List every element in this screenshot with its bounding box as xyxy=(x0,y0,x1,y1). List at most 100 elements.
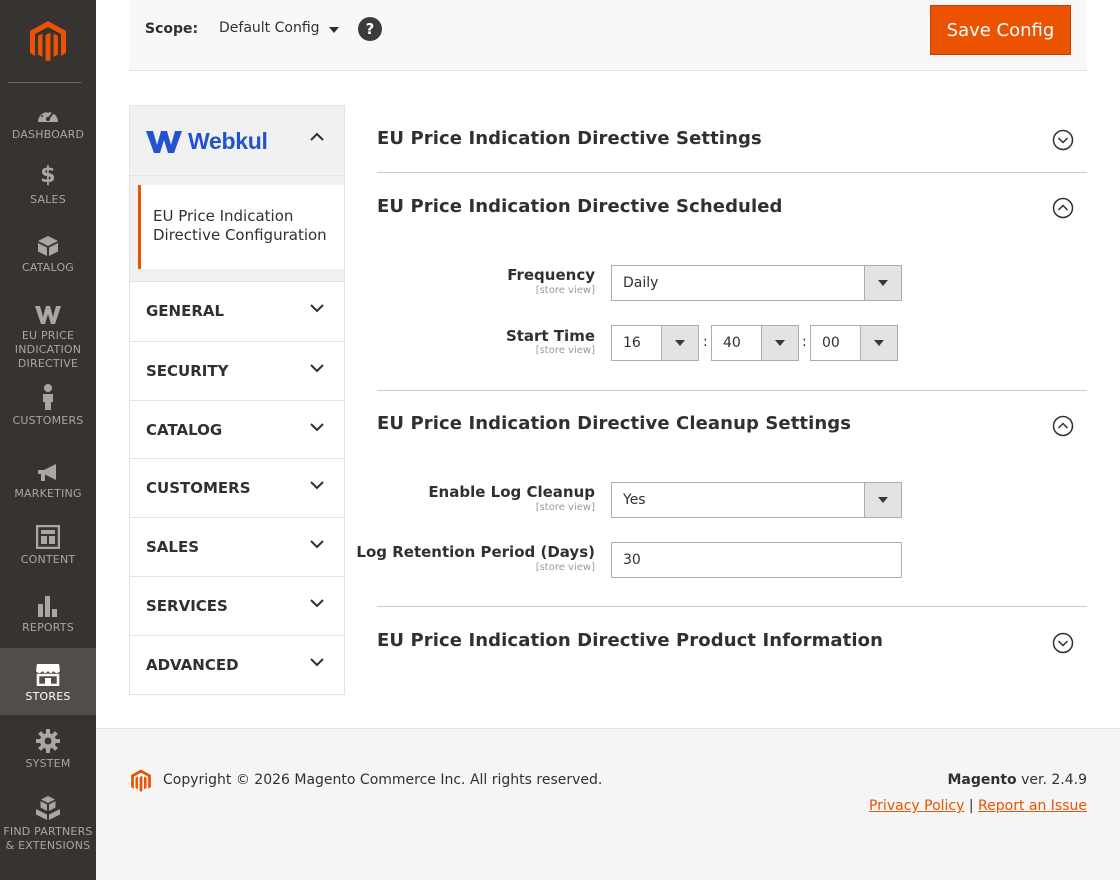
hour-select[interactable]: 16 xyxy=(611,325,699,361)
second-value: 00 xyxy=(822,335,840,351)
person-icon xyxy=(41,384,55,410)
nav-label: EU PRICE INDICATION DIRECTIVE xyxy=(14,329,82,370)
megaphone-icon xyxy=(36,457,60,483)
section-title-cleanup[interactable]: EU Price Indication Directive Cleanup Se… xyxy=(377,413,851,434)
nav-item-dashboard[interactable]: DASHBOARD xyxy=(0,98,96,150)
start-time-scope: [store view] xyxy=(535,345,595,356)
magento-logo[interactable] xyxy=(0,0,96,83)
tab-label: SALES xyxy=(146,538,200,556)
tab-services[interactable]: SERVICES xyxy=(130,576,344,635)
gear-icon xyxy=(36,727,60,753)
version-info: Magento ver. 2.4.9 xyxy=(947,772,1087,788)
nav-item-sales[interactable]: $ SALES xyxy=(0,163,96,215)
bar-chart-icon xyxy=(37,591,59,617)
tab-label: SERVICES xyxy=(146,597,228,615)
section-divider xyxy=(377,172,1087,173)
caret-down-icon xyxy=(328,26,339,33)
section-title-scheduled[interactable]: EU Price Indication Directive Scheduled xyxy=(377,196,783,217)
minute-select[interactable]: 40 xyxy=(711,325,799,361)
enable-log-cleanup-label: Enable Log Cleanup xyxy=(428,483,595,501)
tab-label: CUSTOMERS xyxy=(146,479,251,497)
time-separator: : xyxy=(802,334,807,350)
scope-switcher[interactable]: Default Config xyxy=(219,20,339,36)
nav-item-customers[interactable]: CUSTOMERS xyxy=(0,384,96,436)
webkul-icon xyxy=(34,299,62,325)
tab-advanced[interactable]: ADVANCED xyxy=(130,635,344,694)
collapse-circle-icon[interactable] xyxy=(1052,415,1074,437)
nav-item-partners[interactable]: FIND PARTNERS & EXTENSIONS xyxy=(0,795,96,855)
dashboard-icon xyxy=(36,98,60,124)
tab-sales[interactable]: SALES xyxy=(130,517,344,576)
nav-item-eu-price[interactable]: EU PRICE INDICATION DIRECTIVE xyxy=(0,299,96,379)
help-icon[interactable]: ? xyxy=(358,17,382,41)
dropdown-arrow-icon xyxy=(860,326,897,360)
collapse-circle-icon[interactable] xyxy=(1052,197,1074,219)
report-issue-link[interactable]: Report an Issue xyxy=(978,798,1087,814)
nav-item-system[interactable]: SYSTEM xyxy=(0,727,96,779)
tab-group-webkul[interactable]: Webkul xyxy=(130,106,344,176)
page-actions-bar: Scope: Default Config ? Save Config xyxy=(129,0,1087,71)
tab-eu-price-config[interactable]: EU Price Indication Directive Configurat… xyxy=(138,185,344,269)
frequency-value: Daily xyxy=(623,275,659,291)
layout-icon xyxy=(36,523,60,549)
log-retention-label: Log Retention Period (Days) xyxy=(356,543,595,561)
second-select[interactable]: 00 xyxy=(810,325,898,361)
nav-item-reports[interactable]: REPORTS xyxy=(0,591,96,643)
dropdown-arrow-icon xyxy=(661,326,698,360)
tab-security[interactable]: SECURITY xyxy=(130,341,344,400)
frequency-select[interactable]: Daily xyxy=(611,265,902,301)
enable-log-cleanup-scope: [store view] xyxy=(535,502,595,513)
chevron-down-icon xyxy=(310,304,324,313)
nav-item-marketing[interactable]: MARKETING xyxy=(0,457,96,509)
nav-label: STORES xyxy=(25,690,71,703)
log-retention-value: 30 xyxy=(623,552,641,568)
hour-value: 16 xyxy=(623,335,641,351)
nav-item-catalog[interactable]: CATALOG xyxy=(0,231,96,283)
link-separator: | xyxy=(964,798,979,814)
minute-value: 40 xyxy=(723,335,741,351)
tab-general[interactable]: GENERAL xyxy=(130,281,344,340)
admin-nav: DASHBOARD $ SALES CATALOG EU PRICE INDIC… xyxy=(0,0,96,880)
log-retention-scope: [store view] xyxy=(535,562,595,573)
frequency-scope: [store view] xyxy=(535,285,595,296)
nav-label: REPORTS xyxy=(22,621,74,634)
tab-catalog[interactable]: CATALOG xyxy=(130,400,344,459)
section-title-settings[interactable]: EU Price Indication Directive Settings xyxy=(377,128,762,149)
frequency-label: Frequency xyxy=(507,266,595,284)
start-time-label: Start Time xyxy=(505,327,595,345)
webkul-icon xyxy=(146,130,182,153)
store-icon xyxy=(35,660,61,686)
tab-customers[interactable]: CUSTOMERS xyxy=(130,458,344,517)
nav-label: MARKETING xyxy=(14,487,82,500)
chevron-down-icon xyxy=(310,481,324,490)
chevron-down-icon xyxy=(310,423,324,432)
tab-label: ADVANCED xyxy=(146,656,239,674)
section-divider xyxy=(377,390,1087,391)
enable-log-cleanup-select[interactable]: Yes xyxy=(611,482,902,518)
chevron-up-icon[interactable] xyxy=(310,132,324,141)
magento-logo-icon xyxy=(30,20,66,61)
scope-label: Scope: xyxy=(145,21,199,37)
copyright-text: Copyright © 2026 Magento Commerce Inc. A… xyxy=(163,772,603,788)
privacy-policy-link[interactable]: Privacy Policy xyxy=(869,798,964,814)
expand-circle-icon[interactable] xyxy=(1052,632,1074,654)
page-footer: Copyright © 2026 Magento Commerce Inc. A… xyxy=(96,728,1120,880)
cube-icon xyxy=(37,231,59,257)
log-retention-input[interactable]: 30 xyxy=(611,542,902,578)
time-separator: : xyxy=(703,334,708,350)
save-config-button[interactable]: Save Config xyxy=(930,5,1071,55)
dropdown-arrow-icon xyxy=(864,266,901,300)
chevron-down-icon xyxy=(310,599,324,608)
nav-item-stores[interactable]: STORES xyxy=(0,648,96,715)
nav-label: CONTENT xyxy=(20,553,76,566)
magento-footer-logo-icon xyxy=(131,769,151,792)
nav-label: SALES xyxy=(30,193,66,206)
footer-links: Privacy Policy | Report an Issue xyxy=(869,798,1087,814)
nav-label: DASHBOARD xyxy=(11,128,85,141)
section-title-product-info[interactable]: EU Price Indication Directive Product In… xyxy=(377,630,883,651)
nav-item-content[interactable]: CONTENT xyxy=(0,523,96,575)
webkul-brand: Webkul xyxy=(188,128,268,154)
chevron-down-icon xyxy=(310,364,324,373)
nav-label: SYSTEM xyxy=(25,757,71,770)
expand-circle-icon[interactable] xyxy=(1052,129,1074,151)
